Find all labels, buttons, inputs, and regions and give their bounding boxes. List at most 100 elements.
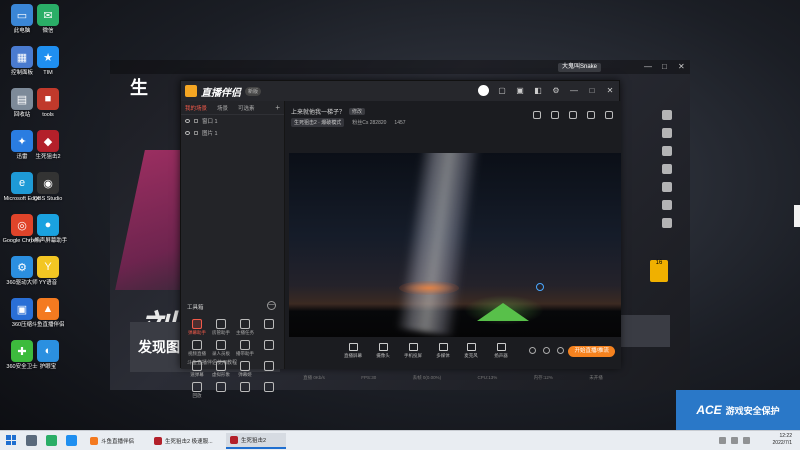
skin-icon[interactable]: ◧: [533, 86, 543, 96]
grid-icon[interactable]: [551, 111, 559, 119]
network-icon[interactable]: [719, 437, 726, 444]
launcher-close-icon[interactable]: ✕: [678, 62, 685, 71]
tool-icon: [240, 340, 250, 350]
taskbar-task[interactable]: 生死狙击2: [226, 433, 286, 449]
toolbox-collapse-button[interactable]: —: [267, 301, 276, 310]
toolbox-item[interactable]: 弹幕助手: [185, 319, 209, 336]
tab-optional-sources[interactable]: 可选素: [238, 104, 255, 112]
room-title-row: 上来就他我一梯子？ 修改: [291, 107, 366, 116]
taskbar-task[interactable]: 斗鱼直播伴侣: [86, 433, 146, 449]
speaker-button[interactable]: 扬声器: [487, 343, 515, 359]
source-row[interactable]: 窗口 1: [181, 115, 284, 127]
desktop-icon-label: YY语音: [38, 280, 58, 286]
desktop-icon[interactable]: ◆ 生死狙击2: [26, 130, 70, 161]
toolbox-item[interactable]: 房管助手: [209, 319, 233, 336]
phone-cast-button[interactable]: 手机投屏: [399, 343, 427, 359]
wechat-taskbar-icon[interactable]: [46, 435, 57, 446]
toolbox-item[interactable]: [257, 340, 281, 357]
tool-label: 录人员板: [212, 351, 230, 356]
toolbox-item[interactable]: [257, 361, 281, 378]
tim-taskbar-icon[interactable]: [66, 435, 77, 446]
task-label: 生死狙击2: [241, 438, 267, 444]
share-icon[interactable]: [605, 111, 613, 119]
tool-label: 房管助手: [212, 330, 230, 335]
desktop-icon-label: 斗鱼直播伴侣: [31, 322, 65, 328]
toolbox-item[interactable]: [233, 382, 257, 399]
windows-start-icon[interactable]: [6, 435, 16, 445]
source-row[interactable]: 图片 1: [181, 127, 284, 139]
record-icon[interactable]: [529, 347, 536, 354]
home-icon[interactable]: [662, 110, 672, 120]
volume-icon[interactable]: [731, 437, 738, 444]
toolbox-item[interactable]: [209, 382, 233, 399]
room-category[interactable]: 生死狙击2 · 爆破模式: [291, 118, 345, 127]
desktop-icon[interactable]: ★ TIM: [26, 46, 70, 77]
version-badge[interactable]: 新版: [245, 86, 262, 96]
task-view-icon[interactable]: [26, 435, 37, 446]
launcher-user-chip[interactable]: 大鬼叫Snake: [558, 63, 602, 72]
status-fps: FPS:30: [361, 375, 377, 380]
taskbar-task[interactable]: 生死狙击2 极速服...: [150, 433, 224, 449]
toolbox-item[interactable]: 主播任务: [233, 319, 257, 336]
toolbox-item[interactable]: 录人员板: [209, 340, 233, 357]
tab-scenes[interactable]: 场景: [217, 104, 228, 112]
ghost-icon[interactable]: [662, 128, 672, 138]
desktop-icon[interactable]: Y YY语音: [26, 256, 70, 287]
camera-button[interactable]: 摄像头: [369, 343, 397, 359]
lock-icon[interactable]: [569, 111, 577, 119]
desktop-icon[interactable]: ◐ 护眼宝: [26, 340, 70, 371]
edit-title-button[interactable]: 修改: [349, 108, 366, 115]
help-link[interactable]: 斗鱼直播伴侣使用教程: [187, 359, 237, 366]
maximize-icon[interactable]: □: [587, 86, 597, 96]
ime-icon[interactable]: [743, 437, 750, 444]
minimize-icon[interactable]: —: [569, 86, 579, 96]
message-icon[interactable]: ▢: [497, 86, 507, 96]
toolbox-item[interactable]: 播带助手: [233, 340, 257, 357]
user-icon[interactable]: [662, 218, 672, 228]
task-icon[interactable]: ▣: [515, 86, 525, 96]
toolbox-item[interactable]: 回放: [185, 382, 209, 399]
desktop-icon[interactable]: ▲ 斗鱼直播伴侣: [26, 298, 70, 329]
tool-label: 弹幕助手: [188, 330, 206, 335]
tool-icon: [264, 361, 274, 371]
settings-icon[interactable]: ⚙: [551, 86, 561, 96]
stream-preview[interactable]: [289, 153, 621, 337]
gear-icon[interactable]: [557, 347, 564, 354]
desktop-icon[interactable]: ◉ OBS Studio: [26, 172, 70, 203]
feather-icon[interactable]: [662, 200, 672, 210]
chat-icon[interactable]: [662, 146, 672, 156]
desktop-icon[interactable]: ✉ 微信: [26, 4, 70, 35]
tray-icons: [719, 437, 750, 444]
microphone-button[interactable]: 麦克风: [457, 343, 485, 359]
wechat-icon[interactable]: [662, 164, 672, 174]
lock-icon[interactable]: [194, 119, 198, 123]
eye-icon[interactable]: [185, 119, 190, 123]
desktop-icon[interactable]: ● 小熊声屏幕助手: [26, 214, 70, 245]
start-stream-button[interactable]: 开始直播/推流: [568, 346, 615, 357]
launcher-restore-icon[interactable]: □: [662, 62, 667, 71]
tab-my-scenes[interactable]: 我的场景: [185, 104, 207, 112]
screen-capture-button[interactable]: 直播屏幕: [339, 343, 367, 359]
gift-icon[interactable]: [533, 111, 541, 119]
titlebar-controls: ▢ ▣ ◧ ⚙ — □ ✕: [478, 85, 615, 96]
toolbox-item[interactable]: [257, 382, 281, 399]
toolbox-item[interactable]: [257, 319, 281, 336]
tv-icon[interactable]: [662, 182, 672, 192]
edge-tab[interactable]: [794, 205, 800, 227]
lock-icon[interactable]: [194, 131, 198, 135]
tool-icon: [264, 319, 274, 329]
avatar[interactable]: [478, 85, 489, 96]
ace-text: 游戏安全保护: [725, 405, 780, 416]
close-icon[interactable]: ✕: [605, 86, 615, 96]
clock[interactable]: 12:22 2022/7/1: [773, 433, 792, 447]
media-button[interactable]: 多媒体: [429, 343, 457, 359]
bell-icon[interactable]: [587, 111, 595, 119]
toolbox-item[interactable]: 视频直播: [185, 340, 209, 357]
launcher-minimize-icon[interactable]: —: [644, 62, 652, 71]
eye-icon[interactable]: [185, 131, 190, 135]
desktop-icon[interactable]: ■ tools: [26, 88, 70, 119]
launcher-event-card[interactable]: 16: [650, 260, 668, 282]
screen-capture-label: 直播屏幕: [344, 353, 362, 358]
eye-icon[interactable]: [543, 347, 550, 354]
add-scene-button[interactable]: +: [275, 103, 280, 112]
